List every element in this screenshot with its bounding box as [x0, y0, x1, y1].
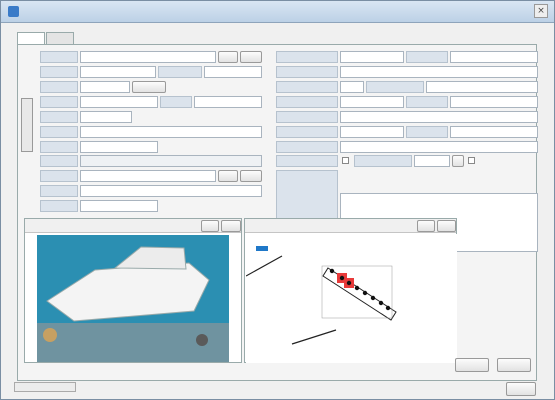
inspection-button-1[interactable]: [218, 170, 238, 182]
contract-no-field[interactable]: [340, 51, 404, 63]
label-postal: [40, 111, 78, 123]
cancel-button[interactable]: [497, 358, 531, 372]
blue-marker: [256, 246, 268, 251]
storage-name-field[interactable]: [414, 155, 450, 167]
berth-point-5: [362, 290, 368, 296]
close-button[interactable]: [506, 382, 536, 396]
other-field[interactable]: [340, 111, 538, 123]
berth-map: [246, 234, 457, 363]
registration-field[interactable]: [204, 66, 262, 78]
status-bar: [14, 382, 76, 392]
label-owner-extra: [160, 96, 192, 108]
berth-point-7: [378, 300, 384, 306]
search-button[interactable]: [132, 81, 166, 93]
boat-photo: [37, 235, 229, 362]
address-field[interactable]: [80, 126, 262, 138]
insurance-field[interactable]: [80, 200, 158, 212]
label-inspection-address: [40, 185, 78, 197]
label-storage: [276, 155, 338, 167]
title-bar: ×: [1, 1, 554, 23]
inspection-date-field[interactable]: [340, 141, 538, 153]
label-engine-value: [406, 126, 448, 138]
boat-photo-panel: [24, 218, 242, 363]
berth-point-8: [385, 305, 391, 311]
berth-point-1: [329, 268, 335, 274]
label-contract: [276, 51, 338, 63]
label-insurance: [40, 200, 78, 212]
main-panel: [17, 44, 538, 381]
contract-value-field[interactable]: [450, 51, 538, 63]
map-panel: [244, 218, 457, 363]
model-field[interactable]: [340, 66, 538, 78]
label-storage-name: [354, 155, 412, 167]
mooring-rope-left: [43, 328, 57, 342]
side-tab[interactable]: [21, 98, 33, 152]
mooring-bollard-right: [196, 334, 208, 346]
app-window: ×: [0, 0, 555, 400]
berth-point-4: [354, 285, 360, 291]
ship-name-field[interactable]: [80, 51, 216, 63]
ship-kana-field[interactable]: [80, 66, 156, 78]
storage-dropdown-button[interactable]: [452, 155, 464, 167]
tonnage-field[interactable]: [340, 96, 404, 108]
inspection-button-2[interactable]: [240, 170, 262, 182]
label-owner-name: [40, 96, 78, 108]
label-ship-name: [40, 51, 78, 63]
storage-checkbox-2[interactable]: [468, 157, 475, 164]
label-engine: [276, 126, 338, 138]
label-length: [276, 81, 338, 93]
label-phone: [40, 141, 78, 153]
window-close-button[interactable]: ×: [534, 4, 548, 18]
tab-history[interactable]: [46, 32, 74, 44]
photo-change-button[interactable]: [201, 220, 219, 232]
inspection-address-field[interactable]: [80, 185, 262, 197]
map-background: [246, 234, 457, 363]
map-change-button[interactable]: [417, 220, 435, 232]
label-other: [276, 111, 338, 123]
map-delete-button[interactable]: [437, 220, 456, 232]
label-inspection-date: [276, 141, 338, 153]
label-contract-value: [406, 51, 448, 63]
engine-value-field[interactable]: [450, 126, 538, 138]
tab-basic[interactable]: [17, 32, 45, 44]
berth-point-3: [346, 280, 352, 286]
postal-code-field[interactable]: [80, 111, 132, 123]
ship-name-button-1[interactable]: [218, 51, 238, 63]
width-field[interactable]: [426, 81, 538, 93]
misc-field: [80, 155, 262, 167]
owner-code-field[interactable]: [80, 81, 130, 93]
engine-field[interactable]: [340, 126, 404, 138]
label-model: [276, 66, 338, 78]
label-weight: [406, 96, 448, 108]
length-field[interactable]: [340, 81, 364, 93]
inspection-name-field[interactable]: [80, 170, 216, 182]
photo-delete-button[interactable]: [221, 220, 241, 232]
app-icon: [8, 6, 19, 17]
owner-name-field[interactable]: [80, 96, 158, 108]
label-misc: [40, 155, 78, 167]
save-button[interactable]: [455, 358, 489, 372]
label-inspection-name: [40, 170, 78, 182]
label-registration: [158, 66, 202, 78]
label-tonnage: [276, 96, 338, 108]
label-width: [366, 81, 424, 93]
berth-point-6: [370, 295, 376, 301]
label-owner-code: [40, 81, 78, 93]
weight-field[interactable]: [450, 96, 538, 108]
storage-checkbox[interactable]: [342, 157, 349, 164]
berth-point-2: [339, 275, 345, 281]
ship-name-button-2[interactable]: [240, 51, 262, 63]
label-address: [40, 126, 78, 138]
phone-field[interactable]: [80, 141, 158, 153]
label-ship-kana: [40, 66, 78, 78]
owner-extra-field[interactable]: [194, 96, 262, 108]
